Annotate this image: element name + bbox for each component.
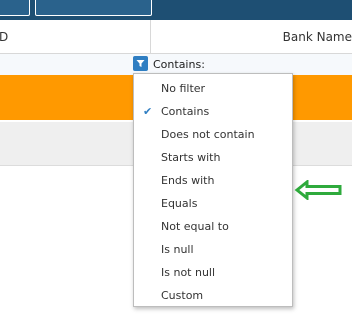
left-arrow-icon <box>294 180 342 200</box>
column-separator[interactable] <box>150 20 151 53</box>
menu-item-starts-with[interactable]: Starts with <box>134 145 292 168</box>
toolbar-button-left[interactable] <box>0 0 30 16</box>
menu-item-label: Is null <box>161 243 194 256</box>
menu-item-is-null[interactable]: Is null <box>134 237 292 260</box>
menu-item-label: Equals <box>161 197 198 210</box>
menu-item-label: Contains <box>161 105 210 118</box>
menu-item-no-filter[interactable]: No filter <box>134 76 292 99</box>
menu-item-label: Is not null <box>161 266 216 279</box>
menu-item-does-not-contain[interactable]: Does not contain <box>134 122 292 145</box>
toolbar-button-right[interactable] <box>35 0 152 16</box>
menu-item-label: Custom <box>161 289 204 302</box>
menu-item-custom[interactable]: Custom <box>134 283 292 306</box>
menu-item-ends-with[interactable]: Ends with <box>134 168 292 191</box>
funnel-icon <box>136 60 145 67</box>
menu-item-not-equal-to[interactable]: Not equal to <box>134 214 292 237</box>
menu-item-label: Ends with <box>161 174 215 187</box>
menu-item-label: Does not contain <box>161 128 255 141</box>
toolbar <box>0 0 352 20</box>
menu-item-label: No filter <box>161 82 206 95</box>
filter-dropdown-menu: No filter ✔ Contains Does not contain St… <box>133 73 293 307</box>
menu-item-equals[interactable]: Equals <box>134 191 292 214</box>
column-header-id[interactable]: D <box>0 30 8 44</box>
check-icon: ✔ <box>143 105 153 118</box>
filter-button[interactable] <box>133 56 148 71</box>
menu-item-label: Not equal to <box>161 220 229 233</box>
menu-item-is-not-null[interactable]: Is not null <box>134 260 292 283</box>
filter-label: Contains: <box>153 58 205 71</box>
menu-item-label: Starts with <box>161 151 221 164</box>
menu-item-contains[interactable]: ✔ Contains <box>134 99 292 122</box>
column-header-bank-name[interactable]: Bank Name <box>283 30 352 44</box>
